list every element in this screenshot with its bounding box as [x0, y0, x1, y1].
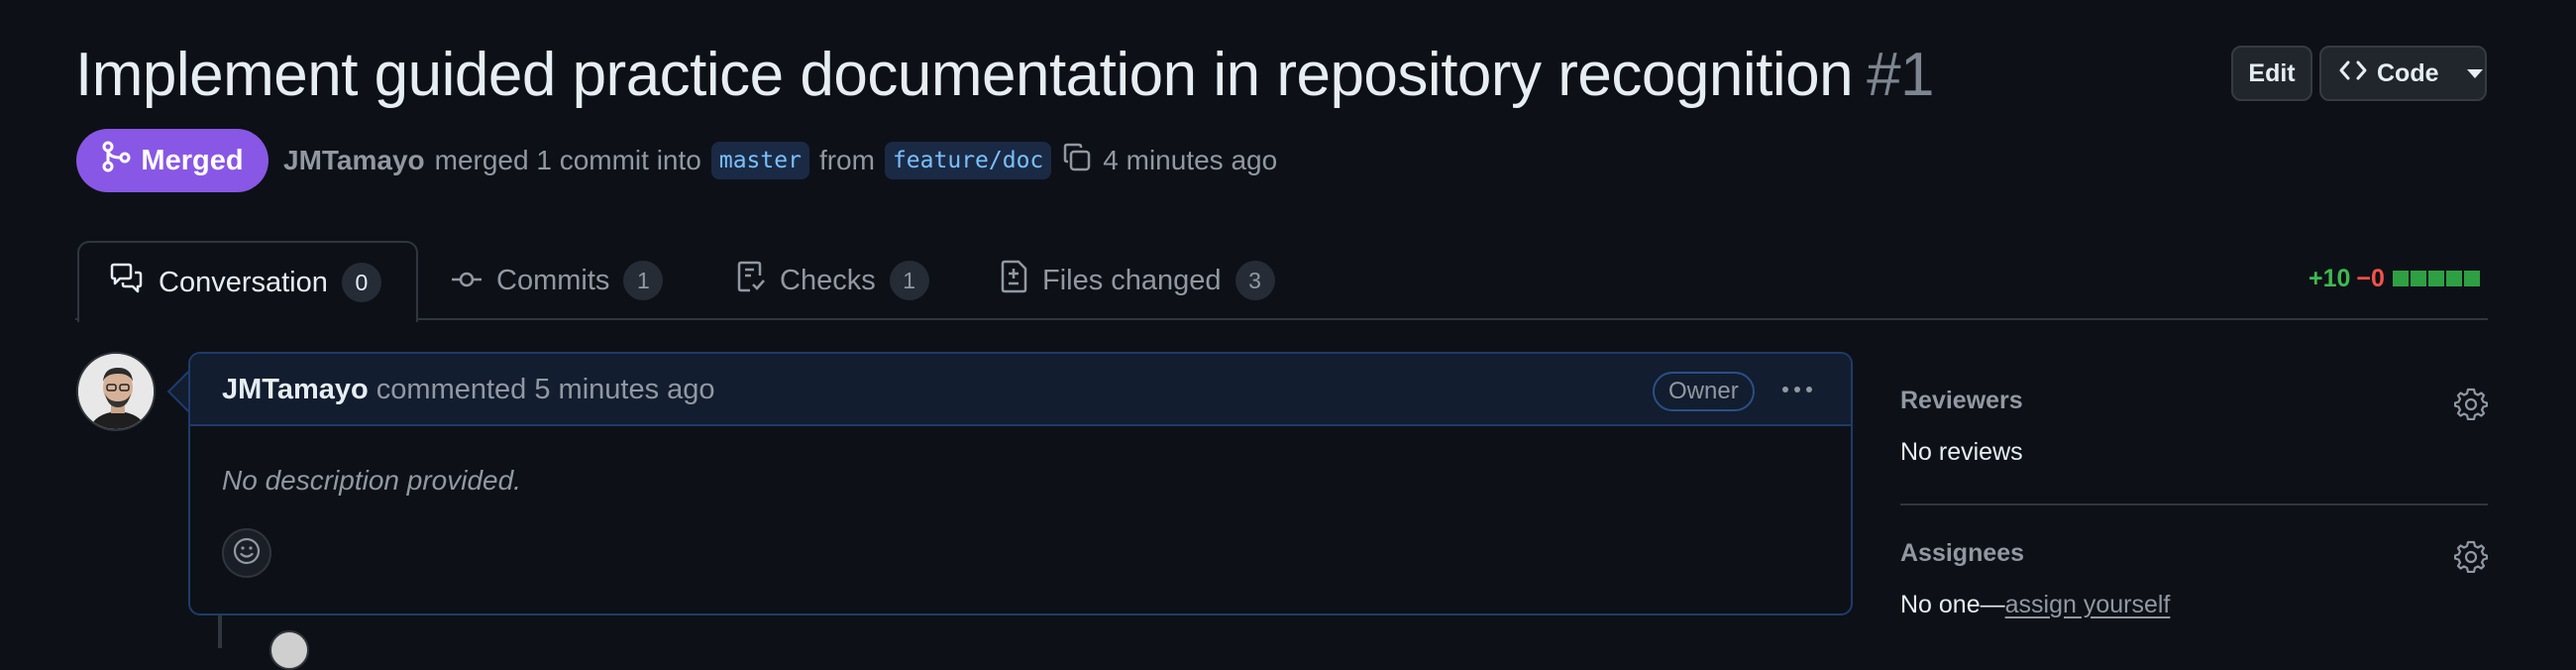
tab-files-changed-label: Files changed: [1042, 264, 1222, 296]
diffstat-block: [2445, 270, 2462, 286]
code-icon: [2339, 58, 2367, 89]
merge-author-link[interactable]: JMTamayo: [283, 145, 425, 176]
comment-author[interactable]: JMTamayo: [222, 374, 369, 405]
edit-button-label: Edit: [2248, 58, 2296, 87]
file-diff-icon: [1001, 260, 1028, 301]
tab-conversation-count: 0: [341, 263, 381, 302]
pr-title-text: Implement guided practice documentation …: [75, 41, 1854, 109]
chevron-down-icon: [2466, 68, 2483, 78]
tab-commits-label: Commits: [496, 264, 610, 296]
diffstat: +10 −0: [2308, 264, 2480, 293]
tab-checks[interactable]: Checks 1: [736, 241, 929, 320]
base-branch[interactable]: master: [710, 142, 809, 179]
owner-badge: Owner: [1653, 372, 1755, 411]
smiley-icon: [232, 536, 262, 571]
comment-card: JMTamayo commented 5 minutes ago Owner N…: [188, 352, 1853, 615]
tab-conversation[interactable]: Conversation 0: [77, 241, 418, 322]
tabs-divider: [75, 318, 2488, 320]
comment-body: No description provided.: [222, 465, 521, 496]
diffstat-additions: +10: [2308, 264, 2351, 292]
diffstat-block: [2410, 270, 2426, 286]
head-branch[interactable]: feature/doc: [884, 142, 1052, 179]
code-button[interactable]: Code: [2319, 46, 2487, 101]
assign-yourself-link[interactable]: assign yourself: [2005, 591, 2171, 618]
from-text: from: [818, 145, 875, 175]
tab-checks-label: Checks: [780, 264, 876, 296]
avatar[interactable]: [76, 352, 156, 431]
comment-header: JMTamayo commented 5 minutes ago Owner: [190, 354, 1851, 426]
diffstat-block: [2463, 270, 2480, 286]
assignees-gear-icon[interactable]: [2453, 539, 2489, 574]
add-reaction-button[interactable]: [222, 528, 271, 578]
merge-summary: JMTamayo merged 1 commit into master fro…: [283, 137, 1277, 184]
tab-commits-count: 1: [623, 261, 664, 300]
diffstat-block: [2392, 270, 2409, 286]
git-merge-icon: [101, 141, 131, 180]
tab-files-changed[interactable]: Files changed 3: [1001, 241, 1275, 320]
git-commit-icon: [451, 265, 483, 297]
pr-number: #1: [1867, 41, 1935, 109]
merge-time: 4 minutes ago: [1103, 145, 1278, 175]
merge-text: merged 1 commit into: [434, 145, 701, 175]
code-button-label: Code: [2377, 58, 2439, 87]
pr-title: Implement guided practice documentation …: [75, 36, 1935, 115]
reviewers-gear-icon[interactable]: [2453, 387, 2489, 421]
timeline-line: [218, 615, 222, 648]
diffstat-blocks: [2391, 265, 2480, 293]
reviewers-value: No reviews: [1900, 438, 2023, 466]
comment-action[interactable]: commented 5 minutes ago: [376, 374, 715, 405]
assignees-prefix: No one—: [1900, 591, 2005, 618]
timeline-avatar[interactable]: [269, 630, 309, 670]
copy-icon[interactable]: [1061, 142, 1093, 180]
diffstat-block: [2427, 270, 2444, 286]
avatar-image: [78, 354, 154, 429]
diffstat-deletions: −0: [2356, 264, 2385, 292]
merged-status-badge: Merged: [76, 129, 268, 192]
tab-files-changed-count: 3: [1234, 261, 1275, 300]
comment-discussion-icon: [109, 263, 145, 302]
assignees-value: No one—assign yourself: [1900, 591, 2170, 619]
comment-meta: JMTamayo commented 5 minutes ago: [222, 374, 715, 406]
tab-conversation-label: Conversation: [159, 266, 328, 298]
merged-badge-label: Merged: [141, 144, 244, 176]
reviewers-heading: Reviewers: [1900, 387, 2023, 414]
sidebar-divider: [1900, 503, 2488, 505]
tab-commits[interactable]: Commits 1: [451, 241, 664, 320]
checklist-icon: [736, 260, 766, 301]
assignees-heading: Assignees: [1900, 539, 2025, 567]
tab-checks-count: 1: [889, 261, 929, 300]
kebab-horizontal-icon[interactable]: [1775, 372, 1819, 407]
edit-button[interactable]: Edit: [2231, 46, 2312, 101]
